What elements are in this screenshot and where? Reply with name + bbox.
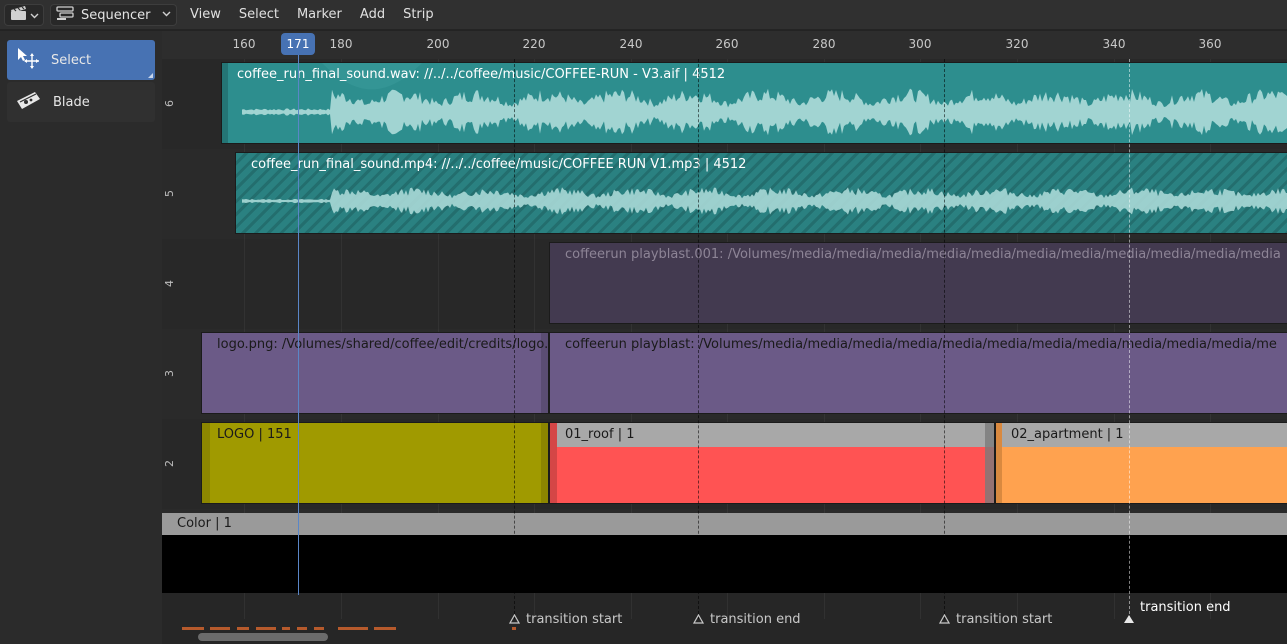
marker-line <box>698 59 699 619</box>
marker-label[interactable]: transition start <box>956 612 1052 627</box>
cache-indicator <box>374 627 396 630</box>
tick-label: 220 <box>522 37 546 51</box>
cache-indicator <box>182 627 204 630</box>
menu-bar: View Select Marker Add Strip <box>181 0 443 30</box>
tool-shelf: Select Blade <box>0 31 162 644</box>
blade-icon <box>15 89 41 115</box>
cache-indicator <box>314 627 324 630</box>
tick-label: 180 <box>329 37 353 51</box>
marker-line-selected <box>1129 59 1130 619</box>
tick-label: 260 <box>715 37 739 51</box>
tick-label: 320 <box>1005 37 1029 51</box>
mode-label: Sequencer <box>81 7 151 23</box>
marker-triangle-selected-icon[interactable] <box>1123 613 1135 628</box>
strip-label: coffeerun playblast.001: /Volumes/media/… <box>565 247 1281 262</box>
menu-select[interactable]: Select <box>230 0 288 30</box>
menu-view[interactable]: View <box>181 0 230 30</box>
strip-handle-right[interactable] <box>541 423 548 503</box>
tick-label: 240 <box>619 37 643 51</box>
timeline-area[interactable]: 6 5 4 3 2 1 coffee_run_final_sound.wav: … <box>162 31 1287 644</box>
sequencer-editor: Sequencer View Select Marker Add Strip S… <box>0 0 1287 644</box>
playhead-line[interactable] <box>298 43 299 595</box>
cache-indicator <box>512 627 516 630</box>
marker-label[interactable]: transition start <box>526 612 622 627</box>
scene-strip-roof[interactable]: 01_roof | 1 <box>549 422 995 504</box>
strip-label: 01_roof | 1 <box>565 427 635 442</box>
marker-triangle-icon[interactable] <box>508 613 521 628</box>
tick-label: 340 <box>1102 37 1126 51</box>
marker-label[interactable]: transition end <box>710 612 801 627</box>
editor-header: Sequencer View Select Marker Add Strip <box>0 0 1287 30</box>
strip-label: Color | 1 <box>177 516 232 531</box>
menu-marker[interactable]: Marker <box>288 0 351 30</box>
marker-line <box>514 59 515 619</box>
tool-select-label: Select <box>51 52 92 68</box>
cache-indicator <box>210 627 230 630</box>
scene-strip-logo[interactable]: LOGO | 151 <box>201 422 549 504</box>
marker-label-selected[interactable]: transition end <box>1140 600 1231 615</box>
cache-indicator <box>237 627 249 630</box>
tool-select-button[interactable]: Select <box>7 40 155 80</box>
strip-label: logo.png: /Volumes/shared/coffee/edit/cr… <box>217 337 549 352</box>
frame-ruler[interactable]: 160 180 200 220 240 260 280 300 320 340 … <box>162 31 1287 59</box>
marker-triangle-icon[interactable] <box>938 613 951 628</box>
horizontal-scrollbar[interactable] <box>198 633 328 641</box>
channel-number: 4 <box>163 280 176 287</box>
sequencer-icon <box>56 5 74 25</box>
select-move-icon <box>15 46 39 74</box>
tick-label: 280 <box>812 37 836 51</box>
tool-blade-button[interactable]: Blade <box>7 82 155 122</box>
strip-label: coffeerun playblast: /Volumes/media/medi… <box>565 337 1277 352</box>
menu-add[interactable]: Add <box>351 0 394 30</box>
tool-options-corner <box>148 73 153 78</box>
color-strip[interactable]: Color | 1 <box>162 513 1287 593</box>
tick-label: 360 <box>1198 37 1222 51</box>
marker-line <box>944 59 945 619</box>
current-frame-indicator[interactable]: 171 <box>281 33 315 55</box>
channel-number: 5 <box>163 190 176 197</box>
strip-handle-right[interactable] <box>985 423 994 503</box>
editor-type-dropdown[interactable] <box>4 4 44 26</box>
strip-handle-left[interactable] <box>550 423 557 503</box>
menu-strip[interactable]: Strip <box>394 0 443 30</box>
strip-header <box>162 513 1287 535</box>
movie-strip-playblast-001[interactable]: coffeerun playblast.001: /Volumes/media/… <box>549 242 1287 324</box>
tick-label: 300 <box>908 37 932 51</box>
strip-handle-left[interactable] <box>202 423 210 503</box>
chevron-down-icon <box>162 7 171 25</box>
cache-indicator <box>256 627 276 630</box>
tool-blade-label: Blade <box>53 94 90 110</box>
channel-number: 2 <box>163 460 176 467</box>
strip-label: 02_apartment | 1 <box>1011 427 1124 442</box>
strip-handle-left[interactable] <box>996 423 1002 503</box>
cache-indicator <box>297 627 307 630</box>
strip-label: coffee_run_final_sound.wav: //../../coff… <box>237 67 726 82</box>
sound-strip-wav[interactable]: coffee_run_final_sound.wav: //../../coff… <box>221 62 1287 144</box>
tick-label: 200 <box>426 37 450 51</box>
channel-number: 6 <box>163 100 176 107</box>
clapperboard-icon <box>10 5 28 25</box>
strip-label: LOGO | 151 <box>217 427 292 442</box>
strip-label: coffee_run_final_sound.mp4: //../../coff… <box>251 157 747 172</box>
mode-dropdown[interactable]: Sequencer <box>50 4 177 26</box>
chevron-down-icon <box>30 8 39 23</box>
image-strip-logo[interactable]: logo.png: /Volumes/shared/coffee/edit/cr… <box>201 332 549 414</box>
tick-label: 160 <box>232 37 256 51</box>
marker-triangle-icon[interactable] <box>692 613 705 628</box>
movie-strip-playblast[interactable]: coffeerun playblast: /Volumes/media/medi… <box>549 332 1287 414</box>
scene-strip-apartment[interactable]: 02_apartment | 1 <box>995 422 1287 504</box>
channel-number: 3 <box>163 370 176 377</box>
cache-indicator <box>338 627 368 630</box>
cache-indicator <box>282 627 290 630</box>
